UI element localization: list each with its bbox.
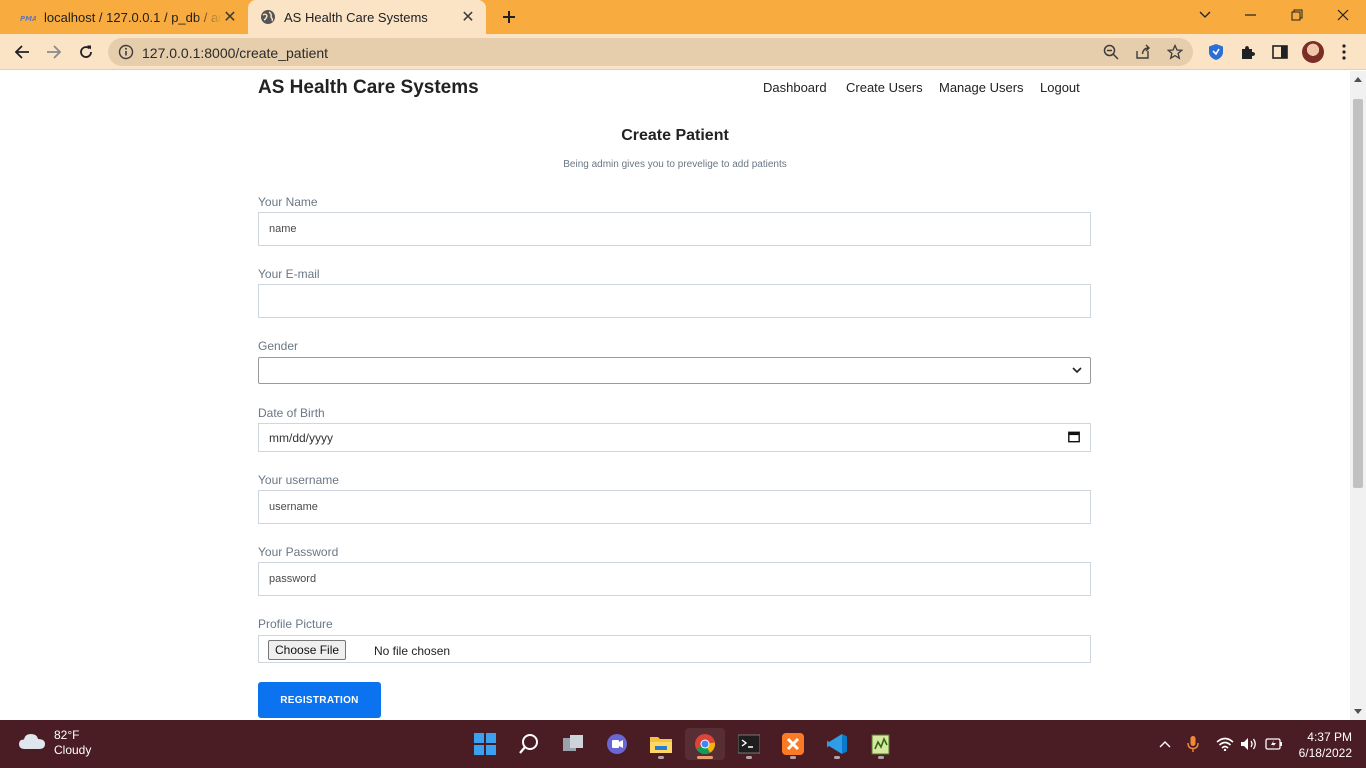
address-bar[interactable]: 127.0.0.1:8000/create_patient <box>108 38 1193 66</box>
dob-label: Date of Birth <box>258 406 325 420</box>
close-tab-icon[interactable]: ✕ <box>460 9 476 26</box>
search-icon[interactable] <box>509 728 549 760</box>
vscode-icon[interactable] <box>817 728 857 760</box>
profile-avatar[interactable] <box>1302 41 1324 63</box>
cloud-icon <box>18 731 46 756</box>
chevron-down-icon <box>1072 365 1082 377</box>
password-placeholder: password <box>269 573 317 585</box>
calendar-icon[interactable] <box>1068 430 1080 445</box>
page-viewport: AS Health Care Systems Dashboard Create … <box>0 71 1350 720</box>
reload-icon[interactable] <box>74 40 98 64</box>
minimize-icon[interactable] <box>1228 0 1274 30</box>
weather-desc: Cloudy <box>54 743 92 757</box>
nav-dashboard[interactable]: Dashboard <box>763 80 827 95</box>
clock-time: 4:37 PM <box>1307 730 1352 744</box>
globe-icon <box>260 9 276 25</box>
tab-title: localhost / 127.0.0.1 / p_db / adm <box>44 9 222 25</box>
volume-icon[interactable] <box>1239 734 1259 754</box>
nav-create-users[interactable]: Create Users <box>846 80 923 95</box>
close-tab-icon[interactable]: ✕ <box>222 9 238 26</box>
running-indicator <box>878 756 884 759</box>
registration-button[interactable]: REGISTRATION <box>258 682 381 718</box>
windows-start-icon[interactable] <box>465 728 505 760</box>
active-indicator <box>697 756 713 759</box>
tab-search-chevron-icon[interactable] <box>1182 0 1228 30</box>
running-indicator <box>658 756 664 759</box>
running-indicator <box>790 756 796 759</box>
email-label: Your E-mail <box>258 267 320 281</box>
share-icon[interactable] <box>1134 43 1152 61</box>
password-input[interactable]: password <box>258 562 1091 596</box>
email-input[interactable] <box>258 284 1091 318</box>
site-info-icon[interactable] <box>118 44 134 60</box>
url-text: 127.0.0.1:8000/create_patient <box>142 45 329 61</box>
dob-placeholder: mm/dd/yyyy <box>269 430 334 445</box>
extensions-puzzle-icon[interactable] <box>1238 42 1258 62</box>
shield-extension-icon[interactable] <box>1206 42 1226 62</box>
task-view-icon[interactable] <box>553 728 593 760</box>
dob-input[interactable]: mm/dd/yyyy <box>258 423 1091 452</box>
gender-select[interactable] <box>258 357 1091 384</box>
bookmark-star-icon[interactable] <box>1166 43 1184 61</box>
weather-temp: 82°F <box>54 728 80 742</box>
file-status: No file chosen <box>374 644 451 658</box>
teams-chat-icon[interactable] <box>597 728 637 760</box>
gender-label: Gender <box>258 339 299 353</box>
picture-label: Profile Picture <box>258 617 333 631</box>
zoom-icon[interactable] <box>1102 43 1120 61</box>
forward-arrow-icon[interactable] <box>42 40 66 64</box>
side-panel-icon[interactable] <box>1270 42 1290 62</box>
tab-phpmyadmin[interactable]: PMA localhost / 127.0.0.1 / p_db / adm ✕ <box>8 0 248 34</box>
scroll-up-icon[interactable] <box>1354 77 1362 82</box>
restore-icon[interactable] <box>1274 0 1320 30</box>
svg-text:PMA: PMA <box>20 15 36 23</box>
file-explorer-icon[interactable] <box>641 728 681 760</box>
name-placeholder: name <box>269 223 297 235</box>
profile-picture-input: Choose File No file chosen <box>258 635 1091 663</box>
wifi-icon[interactable] <box>1215 734 1235 754</box>
nav-manage-users[interactable]: Manage Users <box>939 80 1024 95</box>
close-window-icon[interactable] <box>1320 0 1366 30</box>
name-label: Your Name <box>258 195 318 209</box>
weather-widget[interactable]: 82°F Cloudy <box>18 728 91 758</box>
show-hidden-icons-chevron-icon[interactable] <box>1155 734 1175 754</box>
running-indicator <box>746 756 752 759</box>
scrollbar-thumb[interactable] <box>1353 99 1363 488</box>
name-input[interactable]: name <box>258 212 1091 246</box>
password-label: Your Password <box>258 545 339 559</box>
tab-title: AS Health Care Systems <box>284 9 428 25</box>
microphone-icon[interactable] <box>1183 734 1203 754</box>
running-indicator <box>834 756 840 759</box>
nav-logout[interactable]: Logout <box>1040 80 1080 95</box>
scroll-down-icon[interactable] <box>1354 709 1362 714</box>
form-subtitle: Being admin gives you to prevelige to ad… <box>563 159 787 170</box>
site-brand[interactable]: AS Health Care Systems <box>258 77 479 99</box>
username-label: Your username <box>258 473 339 487</box>
clock-date: 6/18/2022 <box>1298 746 1352 760</box>
choose-file-button[interactable]: Choose File <box>268 640 347 660</box>
browser-tab-strip: PMA localhost / 127.0.0.1 / p_db / adm ✕… <box>0 0 1366 34</box>
username-input[interactable]: username <box>258 490 1091 524</box>
chrome-icon[interactable] <box>685 728 725 760</box>
notepad-plus-icon[interactable] <box>861 728 901 760</box>
terminal-icon[interactable] <box>729 728 769 760</box>
form-title: Create Patient <box>621 127 729 144</box>
battery-icon[interactable] <box>1264 734 1284 754</box>
back-arrow-icon[interactable] <box>10 40 34 64</box>
browser-toolbar: 127.0.0.1:8000/create_patient <box>0 34 1366 70</box>
system-clock[interactable]: 4:37 PM 6/18/2022 <box>1292 729 1352 761</box>
new-tab-button[interactable] <box>498 6 520 28</box>
menu-kebab-icon[interactable] <box>1334 42 1354 62</box>
xampp-icon[interactable] <box>773 728 813 760</box>
username-placeholder: username <box>269 501 318 513</box>
page-scrollbar[interactable] <box>1350 71 1366 720</box>
taskbar: 82°F Cloudy 4:37 PM 6/18/2022 <box>0 720 1366 768</box>
phpmyadmin-icon: PMA <box>20 9 36 25</box>
tab-health-care[interactable]: AS Health Care Systems ✕ <box>248 0 486 34</box>
